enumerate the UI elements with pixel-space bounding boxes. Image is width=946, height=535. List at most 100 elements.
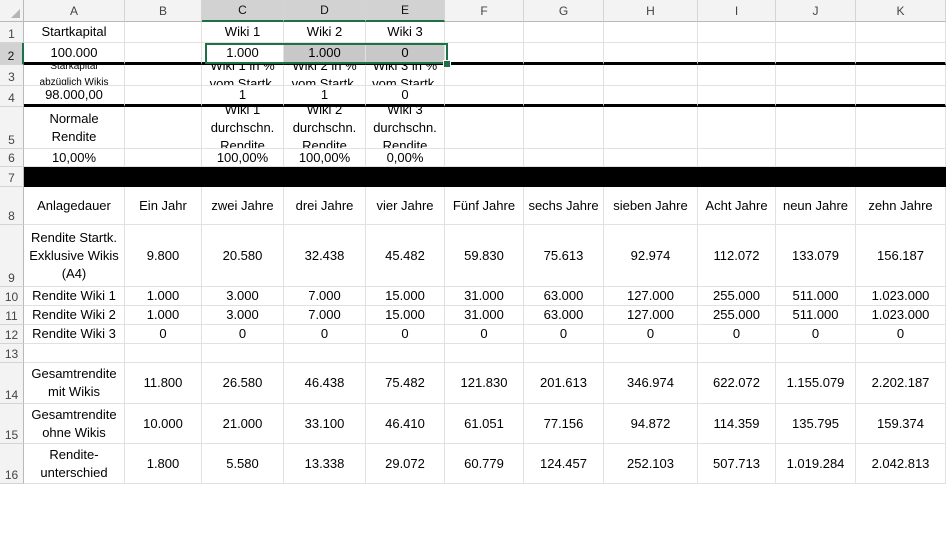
cell-d3[interactable]: Wiki 2 in % vom Startk. xyxy=(284,65,366,86)
cell-d6[interactable]: 100,00% xyxy=(284,149,366,167)
cell-k13[interactable] xyxy=(856,344,946,363)
cell-f6[interactable] xyxy=(445,149,524,167)
cell-i15[interactable]: 114.359 xyxy=(698,404,776,444)
cell-a10[interactable]: Rendite Wiki 1 xyxy=(24,287,125,306)
row-header-3[interactable]: 3 xyxy=(0,65,24,86)
cell-k6[interactable] xyxy=(856,149,946,167)
cell-h1[interactable] xyxy=(604,22,698,43)
row-header-11[interactable]: 11 xyxy=(0,306,24,325)
cell-e4[interactable]: 0 xyxy=(366,86,445,107)
column-header-e[interactable]: E xyxy=(366,0,445,22)
cell-f10[interactable]: 31.000 xyxy=(445,287,524,306)
cell-h4[interactable] xyxy=(604,86,698,107)
cell-c11[interactable]: 3.000 xyxy=(202,306,284,325)
cell-c9[interactable]: 20.580 xyxy=(202,225,284,287)
cell-f16[interactable]: 60.779 xyxy=(445,444,524,484)
cell-f15[interactable]: 61.051 xyxy=(445,404,524,444)
cell-f13[interactable] xyxy=(445,344,524,363)
cell-b4[interactable] xyxy=(125,86,202,107)
row-header-1[interactable]: 1 xyxy=(0,22,24,43)
cell-e16[interactable]: 29.072 xyxy=(366,444,445,484)
cell-c5[interactable]: Wiki 1 durchschn. Rendite xyxy=(202,107,284,149)
cell-h15[interactable]: 94.872 xyxy=(604,404,698,444)
cell-h13[interactable] xyxy=(604,344,698,363)
cell-i12[interactable]: 0 xyxy=(698,325,776,344)
cell-b5[interactable] xyxy=(125,107,202,149)
row-header-8[interactable]: 8 xyxy=(0,187,24,225)
cell-d9[interactable]: 32.438 xyxy=(284,225,366,287)
cell-b3[interactable] xyxy=(125,65,202,86)
cell-a9[interactable]: Rendite Startk. Exklusive Wikis (A4) xyxy=(24,225,125,287)
cell-g3[interactable] xyxy=(524,65,604,86)
cell-h5[interactable] xyxy=(604,107,698,149)
cell-g15[interactable]: 77.156 xyxy=(524,404,604,444)
cell-g2[interactable] xyxy=(524,43,604,65)
cell-j4[interactable] xyxy=(776,86,856,107)
cell-b13[interactable] xyxy=(125,344,202,363)
cell-g14[interactable]: 201.613 xyxy=(524,363,604,404)
cell-g16[interactable]: 124.457 xyxy=(524,444,604,484)
cell-j8[interactable]: neun Jahre xyxy=(776,187,856,225)
row-header-13[interactable]: 13 xyxy=(0,344,24,363)
cell-f4[interactable] xyxy=(445,86,524,107)
cell-h11[interactable]: 127.000 xyxy=(604,306,698,325)
cell-f2[interactable] xyxy=(445,43,524,65)
cell-h8[interactable]: sieben Jahre xyxy=(604,187,698,225)
cell-f3[interactable] xyxy=(445,65,524,86)
cell-h14[interactable]: 346.974 xyxy=(604,363,698,404)
cell-a13[interactable] xyxy=(24,344,125,363)
cell-d14[interactable]: 46.438 xyxy=(284,363,366,404)
row-header-2[interactable]: 2 xyxy=(0,43,24,65)
cell-j7[interactable] xyxy=(776,167,856,187)
cell-a3[interactable]: Starkapital abzüglich Wikis xyxy=(24,65,125,86)
cell-d5[interactable]: Wiki 2 durchschn. Rendite xyxy=(284,107,366,149)
cell-c6[interactable]: 100,00% xyxy=(202,149,284,167)
cell-g12[interactable]: 0 xyxy=(524,325,604,344)
column-header-a[interactable]: A xyxy=(24,0,125,22)
cell-g10[interactable]: 63.000 xyxy=(524,287,604,306)
cell-b7[interactable] xyxy=(125,167,202,187)
cell-j10[interactable]: 511.000 xyxy=(776,287,856,306)
cell-a11[interactable]: Rendite Wiki 2 xyxy=(24,306,125,325)
cell-i5[interactable] xyxy=(698,107,776,149)
cell-k1[interactable] xyxy=(856,22,946,43)
cell-i4[interactable] xyxy=(698,86,776,107)
cell-c1[interactable]: Wiki 1 xyxy=(202,22,284,43)
cell-a12[interactable]: Rendite Wiki 3 xyxy=(24,325,125,344)
cell-e5[interactable]: Wiki 3 durchschn. Rendite xyxy=(366,107,445,149)
cell-f8[interactable]: Fünf Jahre xyxy=(445,187,524,225)
cell-i6[interactable] xyxy=(698,149,776,167)
cell-e3[interactable]: Wiki 3 in % vom Startk. xyxy=(366,65,445,86)
cell-g9[interactable]: 75.613 xyxy=(524,225,604,287)
cell-h10[interactable]: 127.000 xyxy=(604,287,698,306)
cell-e10[interactable]: 15.000 xyxy=(366,287,445,306)
cell-i14[interactable]: 622.072 xyxy=(698,363,776,404)
cell-a4[interactable]: 98.000,00 xyxy=(24,86,125,107)
cell-a5[interactable]: Normale Rendite xyxy=(24,107,125,149)
cell-k4[interactable] xyxy=(856,86,946,107)
cell-j11[interactable]: 511.000 xyxy=(776,306,856,325)
cell-f9[interactable]: 59.830 xyxy=(445,225,524,287)
cell-c15[interactable]: 21.000 xyxy=(202,404,284,444)
cell-g5[interactable] xyxy=(524,107,604,149)
cell-e12[interactable]: 0 xyxy=(366,325,445,344)
cell-e2[interactable]: 0 xyxy=(366,43,445,65)
cell-k2[interactable] xyxy=(856,43,946,65)
cell-e1[interactable]: Wiki 3 xyxy=(366,22,445,43)
cell-e8[interactable]: vier Jahre xyxy=(366,187,445,225)
cell-e9[interactable]: 45.482 xyxy=(366,225,445,287)
row-header-15[interactable]: 15 xyxy=(0,404,24,444)
row-header-9[interactable]: 9 xyxy=(0,225,24,287)
cell-j15[interactable]: 135.795 xyxy=(776,404,856,444)
cell-j16[interactable]: 1.019.284 xyxy=(776,444,856,484)
cell-k3[interactable] xyxy=(856,65,946,86)
cell-h2[interactable] xyxy=(604,43,698,65)
cell-j2[interactable] xyxy=(776,43,856,65)
cell-g13[interactable] xyxy=(524,344,604,363)
cell-d16[interactable]: 13.338 xyxy=(284,444,366,484)
cell-a1[interactable]: Startkapital xyxy=(24,22,125,43)
cell-c16[interactable]: 5.580 xyxy=(202,444,284,484)
cell-a2[interactable]: 100.000 xyxy=(24,43,125,65)
cell-f12[interactable]: 0 xyxy=(445,325,524,344)
column-header-c[interactable]: C xyxy=(202,0,284,22)
